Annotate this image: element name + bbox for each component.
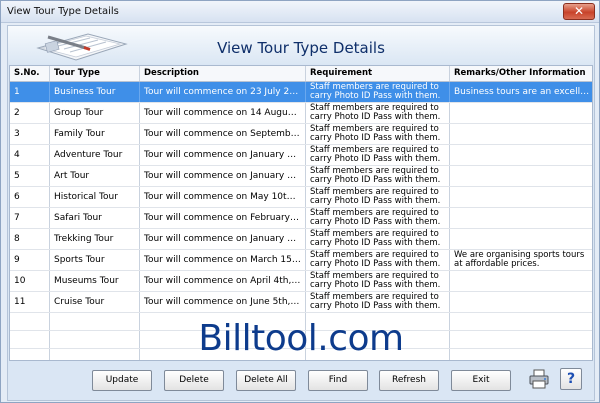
cell-tour-type: Art Tour: [50, 166, 140, 186]
cell-description: Tour will commence on 23 July 27,...: [140, 82, 306, 102]
help-icon[interactable]: ?: [560, 368, 582, 390]
tour-types-table[interactable]: S.No. Tour Type Description Requirement …: [9, 65, 593, 361]
close-button[interactable]: ✕: [563, 3, 595, 20]
printer-icon[interactable]: [528, 368, 550, 390]
table-row[interactable]: 3 Family Tour Tour will commence on Septem…: [10, 124, 592, 145]
cell-remarks: [450, 208, 592, 228]
cell-requirement: Staff members are required to carry Phot…: [306, 208, 450, 228]
update-button[interactable]: Update: [92, 370, 152, 391]
table-row[interactable]: 8 Trekking Tour Tour will commence on Janu…: [10, 229, 592, 250]
cell-remarks: [450, 166, 592, 186]
cell-requirement: Staff members are required to carry Phot…: [306, 229, 450, 249]
table-row[interactable]: 5 Art Tour Tour will commence on January 2…: [10, 166, 592, 187]
cell-tour-type: Museums Tour: [50, 271, 140, 291]
cell-sno: 9: [10, 250, 50, 270]
cell-description: Tour will commence on 14 August,...: [140, 103, 306, 123]
cell-remarks: [450, 292, 592, 312]
cell-requirement: Staff members are required to carry Phot…: [306, 271, 450, 291]
cell-tour-type: Business Tour: [50, 82, 140, 102]
column-header-requirement[interactable]: Requirement: [306, 66, 450, 81]
table-row[interactable]: 9 Sports Tour Tour will commence on March …: [10, 250, 592, 271]
cell-remarks: [450, 103, 592, 123]
main-panel: View Tour Type Details S.No. Tour Type D…: [7, 25, 595, 401]
cell-requirement: Staff members are required to carry Phot…: [306, 292, 450, 312]
cell-remarks: [450, 229, 592, 249]
cell-sno: 2: [10, 103, 50, 123]
cell-remarks: We are organising sports tours at afford…: [454, 250, 585, 269]
cell-tour-type: Cruise Tour: [50, 292, 140, 312]
cell-description: Tour will commence on April 4th, 2...: [140, 271, 306, 291]
delete-all-button[interactable]: Delete All: [236, 370, 296, 391]
table-row[interactable]: 6 Historical Tour Tour will commence on Ma…: [10, 187, 592, 208]
title-bar: View Tour Type Details ✕: [1, 1, 599, 23]
cell-requirement: Staff members are required to carry Phot…: [306, 103, 450, 123]
table-row[interactable]: 7 Safari Tour Tour will commence on Februa…: [10, 208, 592, 229]
cell-sno: 6: [10, 187, 50, 207]
column-header-description[interactable]: Description: [140, 66, 306, 81]
cell-description: Tour will commence on March 15th...: [140, 250, 306, 270]
cell-sno: 10: [10, 271, 50, 291]
cell-sno: 11: [10, 292, 50, 312]
cell-requirement: Staff members are required to carry Phot…: [306, 124, 450, 144]
cell-tour-type: Adventure Tour: [50, 145, 140, 165]
app-window: View Tour Type Details ✕ View Tour Type …: [0, 0, 600, 403]
cell-sno: 3: [10, 124, 50, 144]
exit-button[interactable]: Exit: [451, 370, 511, 391]
column-header-tour-type[interactable]: Tour Type: [50, 66, 140, 81]
cell-description: Tour will commence on June 5th, 2...: [140, 292, 306, 312]
cell-sno: 7: [10, 208, 50, 228]
cell-requirement: Staff members are required to carry Phot…: [306, 82, 450, 102]
table-row[interactable]: 2 Group Tour Tour will commence on 14 Augu…: [10, 103, 592, 124]
header-banner: View Tour Type Details: [8, 26, 594, 64]
refresh-button[interactable]: Refresh: [379, 370, 439, 391]
cell-sno: 8: [10, 229, 50, 249]
table-row[interactable]: 1 Business Tour Tour will commence on 23 J…: [10, 82, 593, 103]
cell-tour-type: Sports Tour: [50, 250, 140, 270]
window-title: View Tour Type Details: [7, 6, 119, 17]
cell-requirement: Staff members are required to carry Phot…: [306, 145, 450, 165]
cell-description: Tour will commence on May 10th, ...: [140, 187, 306, 207]
cell-sno: 5: [10, 166, 50, 186]
table-row[interactable]: 11 Cruise Tour Tour will commence on June …: [10, 292, 592, 313]
cell-description: Tour will commence on September...: [140, 124, 306, 144]
cell-description: Tour will commence on February 1...: [140, 208, 306, 228]
table-row[interactable]: 10 Museums Tour Tour will commence on Apri…: [10, 271, 592, 292]
cell-description: Tour will commence on January 26...: [140, 229, 306, 249]
cell-remarks: [450, 271, 592, 291]
cell-description: Tour will commence on January 3r...: [140, 145, 306, 165]
column-header-remarks[interactable]: Remarks/Other Information: [450, 66, 592, 81]
cell-remarks: [450, 124, 592, 144]
cell-tour-type: Historical Tour: [50, 187, 140, 207]
cell-tour-type: Safari Tour: [50, 208, 140, 228]
column-header-sno[interactable]: S.No.: [10, 66, 50, 81]
cell-tour-type: Family Tour: [50, 124, 140, 144]
watermark-text: Billtool.com: [198, 318, 404, 359]
cell-tour-type: Trekking Tour: [50, 229, 140, 249]
table-header: S.No. Tour Type Description Requirement …: [10, 66, 592, 82]
cell-remarks: [450, 187, 592, 207]
cell-requirement: Staff members are required to carry Phot…: [306, 166, 450, 186]
cell-sno: 1: [10, 82, 50, 102]
cell-sno: 4: [10, 145, 50, 165]
cell-description: Tour will commence on January 2n...: [140, 166, 306, 186]
find-button[interactable]: Find: [308, 370, 368, 391]
page-title: View Tour Type Details: [217, 39, 385, 57]
cell-tour-type: Group Tour: [50, 103, 140, 123]
table-row[interactable]: 4 Adventure Tour Tour will commence on Jan…: [10, 145, 592, 166]
cell-requirement: Staff members are required to carry Phot…: [306, 187, 450, 207]
cell-remarks: [450, 145, 592, 165]
delete-button[interactable]: Delete: [164, 370, 224, 391]
cell-requirement: Staff members are required to carry Phot…: [306, 250, 450, 270]
cell-remarks: Business tours are an excellen...: [454, 87, 593, 97]
